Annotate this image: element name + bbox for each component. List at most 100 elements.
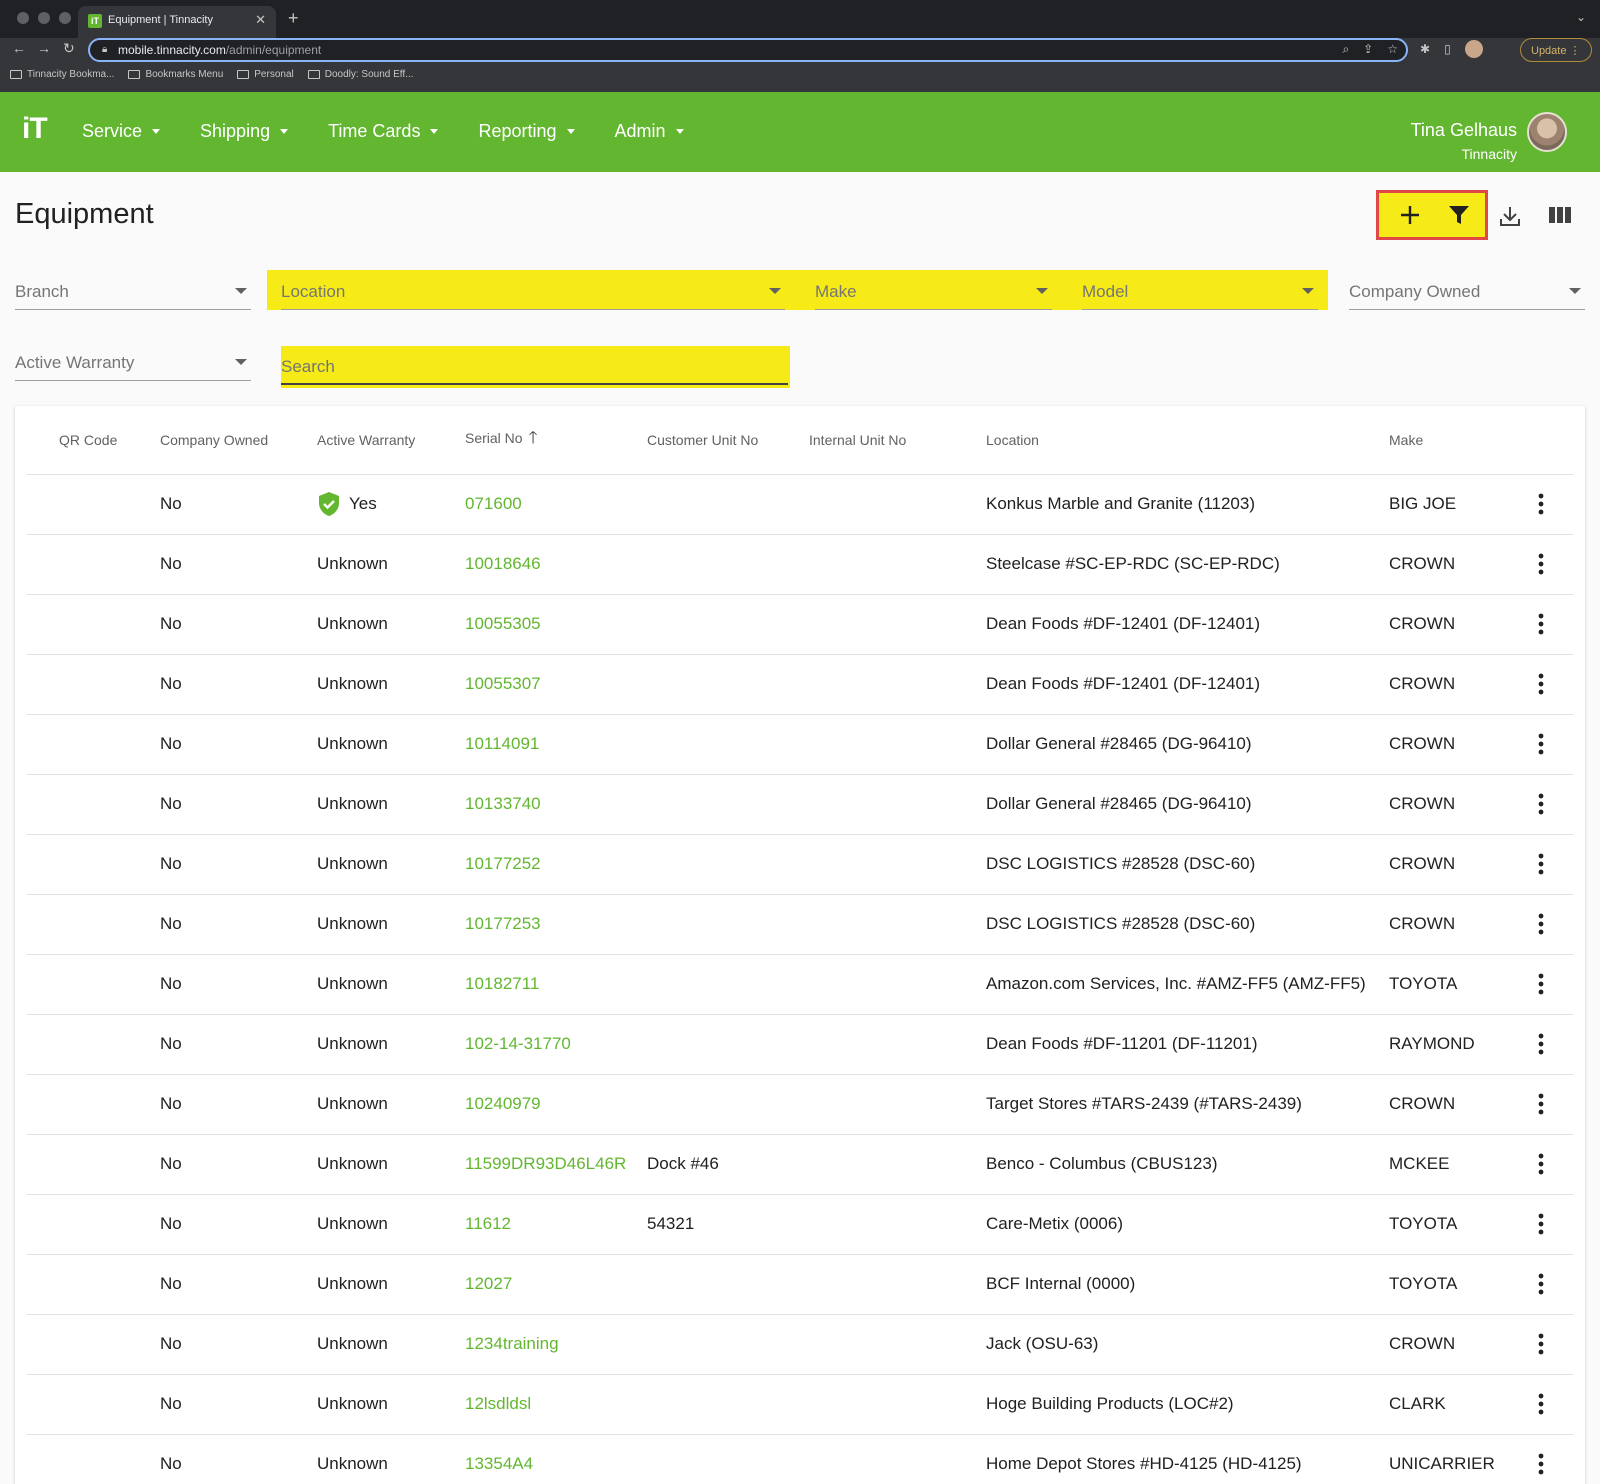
columns-button[interactable] (1548, 204, 1572, 226)
filter-button[interactable] (1448, 204, 1470, 226)
user-name[interactable]: Tina Gelhaus (1411, 120, 1517, 141)
table-row[interactable]: No Unknown 10182711 Amazon.com Services, In… (27, 954, 1573, 1015)
serial-link[interactable]: 13354A4 (465, 1434, 647, 1484)
table-row[interactable]: No Yes 071600 Konkus Marble and Granite (11… (27, 474, 1573, 535)
row-menu-button[interactable] (1521, 844, 1561, 884)
column-header[interactable]: QR Code (59, 406, 160, 475)
table-row[interactable]: No Unknown 10055305 Dean Foods #DF-12401 (D… (27, 594, 1573, 655)
user-avatar[interactable] (1527, 112, 1567, 152)
new-tab-icon[interactable]: + (288, 8, 299, 29)
column-header[interactable]: Make (1389, 406, 1521, 475)
serial-link[interactable]: 10182711 (465, 954, 647, 1015)
side-panel-icon[interactable]: ▯ (1444, 42, 1451, 56)
table-row[interactable]: No Unknown 11612 54321 Care-Metix (0006) TOYO… (27, 1194, 1573, 1255)
serial-link[interactable]: 10133740 (465, 774, 647, 835)
column-header[interactable]: Company Owned (160, 406, 317, 475)
table-row[interactable]: No Unknown 10018646 Steelcase #SC-EP-RDC (S… (27, 534, 1573, 595)
table-row[interactable]: No Unknown 10114091 Dollar General #28465 (… (27, 714, 1573, 775)
serial-link[interactable]: 11599DR93D46L46R (465, 1134, 647, 1195)
address-bar[interactable]: 🔒︎ mobile.tinnacity.com/admin/equipment … (88, 38, 1408, 62)
column-header-serial[interactable]: Serial No 🡑 (465, 406, 647, 475)
sort-ascending-icon[interactable]: 🡑 (529, 428, 538, 447)
table-row[interactable]: No Unknown 10133740 Dollar General #28465 (… (27, 774, 1573, 835)
logo[interactable]: iT (22, 112, 48, 146)
company-owned-select[interactable]: Company Owned (1349, 272, 1585, 310)
row-menu-button[interactable] (1521, 604, 1561, 644)
row-menu-button[interactable] (1521, 1384, 1561, 1424)
serial-link[interactable]: 1234training (465, 1314, 647, 1375)
row-menu-button[interactable] (1521, 1024, 1561, 1064)
table-row[interactable]: No Unknown 10240979 Target Stores #TARS-243… (27, 1074, 1573, 1135)
serial-link[interactable]: 11612 (465, 1194, 647, 1255)
column-header[interactable]: Active Warranty (317, 406, 465, 475)
forward-icon[interactable]: → (37, 40, 51, 56)
table-row[interactable]: No Unknown 11599DR93D46L46R Dock #46 Benco -… (27, 1134, 1573, 1195)
table-row[interactable]: No Unknown 12lsdldsl Hoge Building Products… (27, 1374, 1573, 1435)
serial-link[interactable]: 10018646 (465, 534, 647, 595)
serial-link[interactable]: 10055305 (465, 594, 647, 655)
column-header[interactable]: Internal Unit No (809, 406, 986, 475)
active-warranty-select[interactable]: Active Warranty (15, 343, 251, 381)
row-menu-button[interactable] (1521, 1444, 1561, 1484)
row-menu-button[interactable] (1521, 1324, 1561, 1364)
make-select[interactable]: Make (815, 272, 1052, 310)
table-row[interactable]: No Unknown 12027 BCF Internal (0000) TOYOTA (27, 1254, 1573, 1315)
browser-tab[interactable]: iT Equipment | Tinnacity ✕ (78, 6, 276, 38)
row-menu-button[interactable] (1521, 1264, 1561, 1304)
row-menu-button[interactable] (1521, 664, 1561, 704)
row-menu-button[interactable] (1521, 1084, 1561, 1124)
serial-link[interactable]: 10240979 (465, 1074, 647, 1135)
row-menu-button[interactable] (1521, 964, 1561, 1004)
star-icon[interactable]: ☆ (1387, 42, 1398, 57)
menu-admin[interactable]: Admin (615, 121, 684, 142)
table-row[interactable]: No Unknown 13354A4 Home Depot Stores #HD-41… (27, 1434, 1573, 1484)
row-menu-button[interactable] (1521, 904, 1561, 944)
serial-link[interactable]: 10055307 (465, 654, 647, 715)
table-row[interactable]: No Unknown 10055307 Dean Foods #DF-12401 (D… (27, 654, 1573, 715)
reload-icon[interactable]: ↻ (63, 40, 75, 57)
search-field[interactable] (281, 347, 788, 385)
table-row[interactable]: No Unknown 10177252 DSC LOGISTICS #28528 (D… (27, 834, 1573, 895)
back-icon[interactable]: ← (12, 40, 26, 56)
row-menu-button[interactable] (1521, 1204, 1561, 1244)
row-menu-button[interactable] (1521, 1144, 1561, 1184)
window-controls[interactable] (17, 12, 71, 24)
bookmark-item[interactable]: Doodly: Sound Eff... (307, 69, 414, 80)
row-menu-button[interactable] (1521, 484, 1561, 524)
update-button[interactable]: Update ⋮ (1520, 38, 1592, 62)
serial-link[interactable]: 10177253 (465, 894, 647, 955)
serial-link[interactable]: 12027 (465, 1254, 647, 1315)
row-menu-button[interactable] (1521, 784, 1561, 824)
column-header[interactable]: Location (986, 406, 1389, 475)
row-menu-button[interactable] (1521, 544, 1561, 584)
zoom-icon[interactable]: ⌕ (1342, 42, 1349, 57)
serial-link[interactable]: 10177252 (465, 834, 647, 895)
table-row[interactable]: No Unknown 10177253 DSC LOGISTICS #28528 (D… (27, 894, 1573, 955)
table-row[interactable]: No Unknown 102-14-31770 Dean Foods #DF-1120… (27, 1014, 1573, 1075)
bookmark-item[interactable]: Bookmarks Menu (128, 69, 223, 80)
serial-link[interactable]: 10114091 (465, 714, 647, 775)
menu-reporting[interactable]: Reporting (478, 121, 575, 142)
download-button[interactable] (1498, 204, 1522, 228)
column-header[interactable]: Customer Unit No (647, 406, 809, 475)
menu-service[interactable]: Service (82, 121, 161, 142)
close-icon[interactable]: ✕ (255, 12, 266, 28)
menu-shipping[interactable]: Shipping (200, 121, 289, 142)
bookmark-item[interactable]: Personal (237, 69, 294, 80)
branch-select[interactable]: Branch (15, 272, 251, 310)
chevron-down-icon[interactable]: ⌄ (1576, 10, 1586, 24)
model-select[interactable]: Model (1082, 272, 1318, 310)
share-icon[interactable]: ⇪ (1363, 42, 1373, 57)
serial-link[interactable]: 071600 (465, 474, 647, 535)
menu-time-cards[interactable]: Time Cards (328, 121, 439, 142)
table-row[interactable]: No Unknown 1234training Jack (OSU-63) CROWN (27, 1314, 1573, 1375)
serial-link[interactable]: 12lsdldsl (465, 1374, 647, 1435)
profile-avatar[interactable] (1464, 40, 1483, 58)
row-menu-button[interactable] (1521, 724, 1561, 764)
bookmark-item[interactable]: Tinnacity Bookma... (10, 69, 114, 80)
search-input[interactable] (281, 347, 788, 383)
add-button[interactable] (1399, 204, 1421, 226)
location-select[interactable]: Location (281, 272, 785, 310)
serial-link[interactable]: 102-14-31770 (465, 1014, 647, 1075)
extensions-icon[interactable]: ✱ (1420, 42, 1430, 56)
